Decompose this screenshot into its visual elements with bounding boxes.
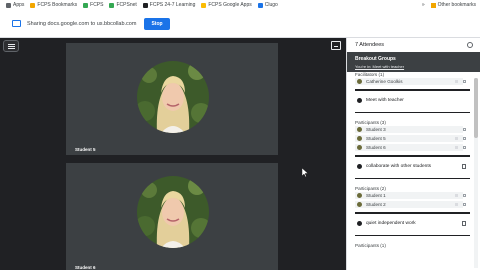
bookmark-fcpsnet[interactable]: FCPSnet [109, 2, 137, 8]
bookmark-fcps-bookmarks[interactable]: FCPS Bookmarks [30, 2, 77, 8]
chevron-right-icon[interactable]: » [422, 2, 425, 8]
group-title: Participants (1) [355, 243, 386, 248]
bookmark-fcps-24-7[interactable]: FCPS 24-7 Learning [142, 2, 195, 8]
options-icon[interactable] [463, 80, 466, 83]
avatar [137, 61, 209, 133]
avatar [357, 202, 362, 207]
attendees-count: 7 Attendees [355, 42, 385, 48]
avatar [357, 127, 362, 132]
breakout-title: Breakout Groups [355, 56, 396, 62]
group-section: Facilitators (1) Catherine Goolkis [347, 72, 480, 86]
room-item[interactable]: Meet with teacher [355, 93, 470, 109]
list-item[interactable]: Student 3 [355, 125, 470, 134]
group-title: Participants (2) [355, 186, 386, 191]
apps-grid-icon [6, 2, 11, 8]
bookmark-apps[interactable]: Apps [6, 2, 24, 8]
room-icon [357, 221, 362, 226]
participant-name: Student 5 [75, 147, 96, 152]
scrollbar-thumb[interactable] [474, 78, 478, 138]
panel-scrollbar[interactable] [474, 78, 478, 268]
menu-button[interactable] [3, 40, 19, 52]
chat-panel-icon[interactable] [331, 41, 341, 50]
options-icon[interactable] [463, 137, 466, 140]
room-item[interactable]: quiet independent work [355, 216, 470, 232]
bookmarks-bar: Apps FCPS Bookmarks FCPS FCPSnet FCPS 24… [0, 0, 480, 10]
avatar [357, 193, 362, 198]
options-icon[interactable] [463, 128, 466, 131]
join-room-icon[interactable] [462, 163, 466, 169]
sharing-status-text: Sharing docs.google.com to us.bbcollab.c… [27, 20, 137, 27]
screen-sharing-bar: Sharing docs.google.com to us.bbcollab.c… [0, 10, 480, 38]
meeting-stage: Student 5 Student 6 [0, 38, 346, 270]
list-item[interactable]: Student 6 [355, 143, 470, 152]
divider [355, 177, 470, 179]
join-room-icon[interactable] [462, 220, 466, 226]
attendees-panel: 7 Attendees Breakout Groups You're in: M… [346, 38, 480, 270]
other-bookmarks[interactable]: » Other bookmarks [422, 2, 476, 8]
list-item[interactable]: Student 1 [355, 191, 470, 200]
avatar [357, 79, 362, 84]
divider [355, 212, 470, 214]
divider [355, 89, 470, 91]
options-icon[interactable] [463, 146, 466, 149]
folder-icon [30, 2, 36, 8]
room-icon [357, 164, 362, 169]
options-icon[interactable] [463, 194, 466, 197]
settings-gear-icon[interactable] [467, 42, 473, 48]
avatar [357, 145, 362, 150]
video-tile[interactable]: Student 6 [66, 163, 278, 270]
breakout-groups-banner: Breakout Groups You're in: Meet with tea… [347, 52, 480, 72]
room-section: Meet with teacher Participants (3) Stude… [347, 93, 480, 153]
bookmark-fcps[interactable]: FCPS [83, 2, 103, 8]
room-section: quiet independent work Participants (1) [347, 216, 480, 248]
list-item[interactable]: Student 2 [355, 200, 470, 209]
room-item[interactable]: collaborate with other students [355, 159, 470, 175]
room-section: collaborate with other students Particip… [347, 159, 480, 210]
divider [355, 234, 470, 236]
breakout-current-group-link[interactable]: You're in: Meet with teacher [355, 64, 472, 69]
stop-sharing-button[interactable]: Stop [144, 17, 170, 30]
google-drive-icon [201, 2, 207, 8]
folder-icon [430, 2, 436, 8]
room-icon [357, 98, 362, 103]
bookmark-clugo[interactable]: Clugo [257, 2, 278, 8]
avatar [357, 136, 362, 141]
panel-header: 7 Attendees [347, 38, 480, 52]
fcpsnet-icon [109, 2, 115, 8]
mouse-cursor-icon [302, 168, 308, 177]
options-icon[interactable] [463, 203, 466, 206]
video-tile[interactable]: Student 5 [66, 43, 278, 155]
group-title: Participants (3) [355, 120, 386, 125]
divider [355, 111, 470, 113]
clugo-icon [257, 2, 263, 8]
screen-share-icon [12, 20, 21, 27]
bookmark-fcps-google-apps[interactable]: FCPS Google Apps [201, 2, 252, 8]
avatar [137, 176, 209, 248]
learning-icon [142, 2, 148, 8]
list-item[interactable]: Student 5 [355, 134, 470, 143]
fcps-icon [83, 2, 89, 8]
participant-name: Student 6 [75, 265, 96, 270]
list-item[interactable]: Catherine Goolkis [355, 77, 470, 86]
divider [355, 155, 470, 157]
